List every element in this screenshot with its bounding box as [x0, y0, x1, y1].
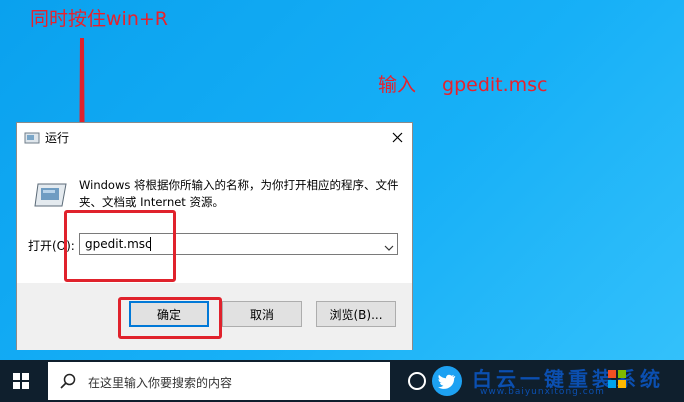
twitter-bird-icon [432, 366, 462, 396]
cortana-icon[interactable] [408, 372, 426, 390]
dialog-description: Windows 将根据你所输入的名称，为你打开相应的程序、文件夹、文档或 Int… [79, 178, 399, 209]
watermark-url: www.baiyunxitong.com [480, 387, 605, 397]
close-button[interactable] [382, 123, 412, 151]
annotation-input-label: 输入 [378, 74, 417, 96]
annotation-input-command: gpedit.msc [442, 74, 548, 96]
windows-start-icon[interactable] [13, 373, 29, 393]
run-app-icon [24, 130, 40, 149]
highlight-ok-box [118, 297, 222, 339]
windows-logo-icon [608, 370, 626, 392]
run-app-icon [34, 181, 68, 213]
cancel-button[interactable]: 取消 [222, 301, 302, 327]
search-placeholder: 在这里输入你要搜索的内容 [88, 376, 233, 390]
dialog-title: 运行 [45, 131, 70, 145]
site-watermark: 白云一键重装系统 www.baiyunxitong.com [432, 362, 684, 402]
dropdown-arrow-icon[interactable] [384, 238, 394, 257]
dialog-titlebar[interactable]: 运行 [17, 123, 412, 151]
taskbar-search-box[interactable]: 在这里输入你要搜索的内容 [48, 362, 390, 400]
annotation-input-hint: 输入 gpedit.msc [378, 76, 548, 95]
highlight-input-box [64, 210, 176, 282]
close-icon [392, 132, 402, 142]
browse-button[interactable]: 浏览(B)... [316, 301, 396, 327]
annotation-press-win-r: 同时按住win+R [30, 8, 168, 30]
search-icon [60, 373, 76, 393]
